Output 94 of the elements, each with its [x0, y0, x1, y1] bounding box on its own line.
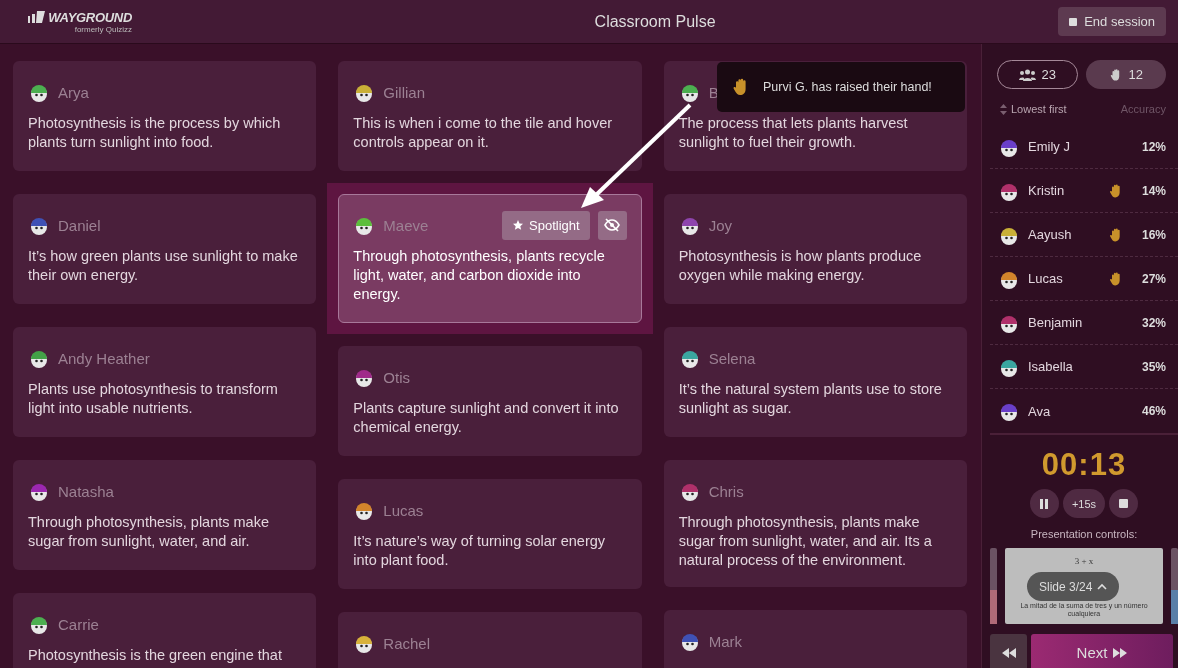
presentation-label: Presentation controls:	[1030, 528, 1138, 540]
student-name: Emily J	[1028, 139, 1071, 154]
logo-subtitle: formerly Quizizz	[74, 24, 132, 34]
accuracy-value: 12%	[1140, 139, 1166, 154]
answer-text: Through photosynthesis, plants recycle light, water, and carbon dioxide into energy.	[353, 247, 606, 304]
answer-card[interactable]: Arya Photosynthesis is the process by which plants turn sunlight into food.	[13, 61, 317, 171]
answer-card[interactable]: Natasha Through photosynthesis, plants make sugar from sunlight, water, and air.	[13, 460, 317, 570]
answer-card[interactable]: Andy Heather Plants use photosynthesis to transform light into usable nutrients.	[13, 327, 317, 437]
student-row[interactable]: Isabella 35%	[990, 345, 1178, 389]
student-name: Gillian	[383, 83, 425, 101]
previous-button[interactable]	[990, 634, 1027, 668]
accuracy-value: 27%	[1140, 271, 1166, 286]
answer-text: Through photosynthesis, plants make sugar from sunlight, water, and air. Its a natural process of the environment.	[678, 513, 933, 570]
sort-label[interactable]: Lowest first	[1011, 103, 1067, 115]
fast-forward-icon	[1113, 647, 1128, 658]
student-name: Carrie	[58, 615, 99, 633]
accuracy-value: 32%	[1140, 315, 1166, 330]
student-row[interactable]: Kristin 14%	[990, 169, 1178, 213]
student-name: Joy	[708, 216, 732, 234]
answer-card[interactable]: Joy Photosynthesis is how plants produce oxygen while making energy.	[663, 194, 967, 304]
student-name: Benjamin	[1028, 315, 1084, 330]
answer-card[interactable]: Mark	[663, 610, 967, 668]
answer-text: This is when i come to the tile and hover controls appear on it.	[353, 114, 614, 152]
timer: 00:13	[1041, 447, 1127, 483]
answer-text: The process that lets plants harvest sunlight to fuel their growth.	[678, 114, 909, 152]
student-name: Ava	[1028, 403, 1052, 419]
stop-icon	[1069, 17, 1078, 26]
answer-text: Plants use photosynthesis to transform light into usable nutrients.	[28, 380, 279, 418]
student-name: Selena	[708, 349, 756, 367]
answer-text: It’s how green plants use sunlight to make their own energy.	[28, 247, 299, 285]
student-name: Lucas	[1028, 271, 1064, 286]
slide-thumbnail[interactable]	[990, 548, 997, 624]
accuracy-value: 14%	[1140, 183, 1166, 198]
answer-text: Photosynthesis is the green engine that	[28, 646, 283, 665]
student-name: Rachel	[383, 634, 431, 652]
answer-card[interactable]: Daniel It’s how green plants use sunlight to make their own energy.	[13, 194, 317, 304]
student-name: Lucas	[383, 501, 424, 519]
answer-card[interactable]: Maeve Spotlight Through photosynthesis, plants recycle light, water, and carbon dioxide into energy.	[338, 194, 642, 323]
student-name: Kristin	[1028, 183, 1066, 198]
student-name: Andy Heather	[58, 349, 150, 367]
answer-text: It’s nature’s way of turning solar energy into plant food.	[353, 532, 607, 570]
slide-formula: 3 + x	[1074, 556, 1094, 566]
student-name: Natasha	[58, 482, 114, 500]
student-row[interactable]: Emily J 12%	[990, 125, 1178, 169]
accuracy-value: 16%	[1140, 227, 1166, 242]
logo-icon	[28, 11, 46, 23]
sort-icon	[1000, 103, 1007, 115]
column-header: Accuracy	[1120, 103, 1166, 115]
answer-card[interactable]: Lucas It’s nature’s way of turning solar energy into plant food.	[338, 479, 642, 589]
filter-tab[interactable]: 12	[1085, 60, 1166, 89]
answer-text: Photosynthesis is how plants produce oxygen while making energy.	[678, 247, 923, 285]
student-row[interactable]: Benjamin 32%	[990, 301, 1178, 345]
answer-card[interactable]: Chris Through photosynthesis, plants make sugar from sunlight, water, and air. Its a natural process of the environment.	[663, 460, 967, 587]
eye-off-icon	[604, 218, 621, 232]
accuracy-value: 35%	[1140, 359, 1166, 374]
star-icon	[512, 219, 525, 231]
student-name: Aayush	[1028, 227, 1073, 242]
hide-button[interactable]	[597, 210, 627, 240]
pause-button[interactable]	[1029, 489, 1059, 518]
pause-icon	[1040, 498, 1049, 509]
answer-text: Photosynthesis is the process by which plants turn sunlight into food.	[28, 114, 282, 152]
logo-text: WAYGROUND	[48, 9, 132, 25]
chevron-up-icon	[1097, 583, 1108, 590]
end-session-button[interactable]: End session	[1058, 7, 1166, 36]
student-row[interactable]: Lucas 27%	[990, 257, 1178, 301]
slide-counter-button[interactable]: Slide 3/24	[1027, 572, 1120, 601]
page-title: Classroom Pulse	[593, 12, 717, 31]
add-time-button[interactable]: +15s	[1062, 489, 1106, 518]
student-name: Daniel	[58, 216, 101, 234]
student-name: Arya	[58, 83, 89, 101]
stop-button[interactable]	[1109, 489, 1139, 518]
stop-icon	[1119, 499, 1129, 508]
toast-message: Purvi G. has raised their hand!	[763, 80, 932, 94]
student-name: Maeve	[383, 216, 429, 234]
answer-card[interactable]: Selena It’s the natural system plants use to store sunlight as sugar.	[663, 327, 967, 437]
student-name: Isabella	[1028, 359, 1074, 374]
student-row[interactable]: Ava 46%	[990, 389, 1178, 433]
answer-card[interactable]: Gillian This is when i come to the tile and hover controls appear on it.	[338, 61, 642, 171]
answer-card[interactable]: Otis Plants capture sunlight and convert it into chemical energy.	[338, 346, 642, 456]
people-icon	[1018, 68, 1036, 81]
spotlight-button[interactable]: Spotlight	[502, 210, 590, 240]
answer-text: Plants capture sunlight and convert it into chemical energy.	[353, 399, 620, 437]
answer-card[interactable]: Rachel	[338, 612, 642, 668]
slide-thumbnail[interactable]	[1171, 548, 1178, 624]
student-name: Chris	[708, 482, 744, 500]
student-row[interactable]: Aayush 16%	[990, 213, 1178, 257]
accuracy-value: 46%	[1140, 404, 1166, 418]
rewind-icon	[1001, 647, 1016, 658]
student-name: Otis	[383, 368, 410, 386]
next-button[interactable]: Next	[1031, 634, 1173, 668]
student-name: Mark	[708, 632, 742, 650]
answer-card[interactable]: Carrie Photosynthesis is the green engine that	[13, 593, 317, 668]
answer-text: Through photosynthesis, plants make sugar from sunlight, water, and air.	[28, 513, 270, 551]
answer-text: It’s the natural system plants use to store sunlight as sugar.	[678, 380, 943, 418]
